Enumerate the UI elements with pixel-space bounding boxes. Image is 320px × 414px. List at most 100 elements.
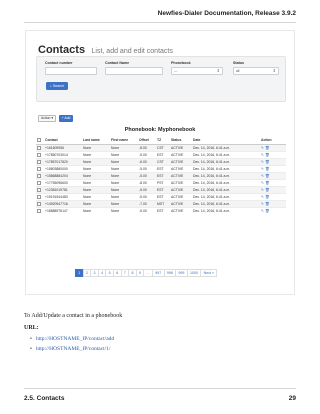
table-cell: EST (156, 206, 170, 214)
contact-number-cell[interactable]: +12381019781 (44, 185, 82, 193)
table-cell: None (82, 178, 110, 186)
select-all-checkbox[interactable] (37, 137, 41, 142)
row-checkbox-cell (36, 150, 44, 158)
table-header-row: Contact Last name First name Offset TZ Status… (36, 136, 286, 145)
contact-number-label: Contact number (45, 61, 73, 65)
delete-icon[interactable]: 🗑 (264, 181, 270, 185)
row-actions-cell: ✎ 🗑 (260, 150, 286, 158)
delete-icon[interactable]: 🗑 (264, 153, 270, 157)
contact-name-input[interactable] (105, 67, 163, 75)
table-cell: EST (156, 185, 170, 193)
page-number: 29 (288, 395, 296, 402)
contact-number-cell[interactable]: +19191544483 (44, 192, 82, 200)
delete-icon[interactable]: 🗑 (264, 209, 270, 213)
url-link[interactable]: http://HOSTNAME_IP/contact/add (36, 336, 114, 342)
column-header: Contact (44, 136, 82, 145)
row-checkbox-cell (36, 192, 44, 200)
table-cell: -5.00 (138, 185, 156, 193)
table-cell: None (82, 192, 110, 200)
search-button[interactable]: ⌕ Search (46, 82, 68, 90)
table-cell: ACTIVE (170, 199, 192, 207)
table-cell: None (82, 185, 110, 193)
delete-icon[interactable]: 🗑 (264, 195, 270, 199)
column-header: First name (110, 136, 138, 145)
table-title: Phonebook: Myphonebook (124, 127, 196, 133)
url-link[interactable]: http://HOSTNAME_IP/contact/1/ (36, 346, 111, 352)
table-cell: -5.00 (138, 206, 156, 214)
search-icon: ⌕ (49, 84, 52, 88)
table-cell: ACTIVE (170, 150, 192, 158)
delete-icon[interactable]: 🗑 (264, 167, 270, 171)
row-checkbox[interactable] (37, 187, 41, 192)
table-row: +19191544483 None None -5.00 EST ACTIVE Dec. 1… (36, 192, 286, 200)
table-row: +15803880000 None None -5.00 EST ACTIVE Dec. 1… (36, 164, 286, 172)
row-actions-cell: ✎ 🗑 (260, 164, 286, 172)
table-cell: ACTIVE (170, 178, 192, 186)
row-checkbox[interactable] (37, 208, 41, 213)
table-cell: None (82, 164, 110, 172)
contact-number-cell[interactable]: +17755096600 (44, 178, 82, 186)
row-checkbox[interactable] (37, 166, 41, 171)
delete-icon[interactable]: 🗑 (264, 146, 270, 150)
row-checkbox[interactable] (37, 180, 41, 185)
contact-number-cell[interactable]: +15803880000 (44, 164, 82, 172)
table-row: +161609056 None None -8.00 CST ACTIVE Dec. 14,… (36, 143, 286, 151)
table-cell: ACTIVE (170, 206, 192, 214)
table-cell: Dec. 14, 2016, 6:41 a.m. (192, 157, 260, 165)
screenshot-contacts: Contacts List, add and edit contacts Con… (25, 30, 295, 295)
table-cell: ACTIVE (170, 164, 192, 172)
contact-number-cell[interactable]: +14920947716 (44, 199, 82, 207)
status-select[interactable]: all ⇕ (233, 67, 279, 75)
search-button-label: Search (52, 84, 65, 88)
table-cell: None (82, 171, 110, 179)
add-contact-button[interactable]: + Add (59, 115, 73, 122)
row-actions-cell: ✎ 🗑 (260, 178, 286, 186)
row-checkbox-cell (36, 178, 44, 186)
row-actions-cell: ✎ 🗑 (260, 157, 286, 165)
delete-icon[interactable]: 🗑 (264, 174, 270, 178)
row-checkbox[interactable] (37, 173, 41, 178)
table-cell: ACTIVE (170, 185, 192, 193)
column-header: Action (260, 136, 286, 145)
pagination-next[interactable]: Next » (200, 269, 218, 277)
row-checkbox[interactable] (37, 152, 41, 157)
delete-icon[interactable]: 🗑 (264, 188, 270, 192)
table-cell: Dec. 14, 2016, 6:41 a.m. (192, 199, 260, 207)
row-actions-cell: ✎ 🗑 (260, 143, 286, 151)
table-row: +15868884204 None None -5.00 EST ACTIVE Dec. 1… (36, 171, 286, 179)
table-cell: -8.00 (138, 143, 156, 151)
table-cell: EST (156, 171, 170, 179)
table-cell: EST (156, 192, 170, 200)
pagination-page[interactable]: 1000 (186, 269, 202, 277)
contact-number-cell[interactable]: +17857017820 (44, 157, 82, 165)
row-checkbox-cell (36, 185, 44, 193)
table-row: +17850703014 None None -5.00 EST ACTIVE Dec. 1… (36, 150, 286, 158)
contact-number-input[interactable] (45, 67, 97, 75)
delete-icon[interactable]: 🗑 (264, 160, 270, 164)
contact-number-cell[interactable]: +15868884204 (44, 171, 82, 179)
contact-number-cell[interactable]: +17850703014 (44, 150, 82, 158)
table-cell: -5.00 (138, 171, 156, 179)
running-header: Newfies-Dialer Documentation, Release 3.… (157, 10, 296, 17)
row-checkbox[interactable] (37, 145, 41, 150)
row-checkbox-cell (36, 157, 44, 165)
row-checkbox[interactable] (37, 194, 41, 199)
column-header: Offset (138, 136, 156, 145)
footer-rule (24, 388, 296, 389)
contact-number-cell[interactable]: +18888976147 (44, 206, 82, 214)
row-checkbox[interactable] (37, 159, 41, 164)
contact-number-cell[interactable]: +161609056 (44, 143, 82, 151)
phonebook-select[interactable]: --- ⇕ (171, 67, 223, 75)
action-dropdown-button[interactable]: Action ▾ (38, 115, 56, 122)
table-cell: None (110, 157, 138, 165)
table-cell: -5.00 (138, 150, 156, 158)
row-checkbox[interactable] (37, 201, 41, 206)
table-cell: Dec. 14, 2016, 6:41 a.m. (192, 206, 260, 214)
row-actions-cell: ✎ 🗑 (260, 171, 286, 179)
list-item: • http://HOSTNAME_IP/contact/add (30, 336, 114, 342)
table-cell: EST (156, 150, 170, 158)
table-cell: Dec. 14, 2016, 6:41 a.m. (192, 178, 260, 186)
footer-section: 2.5. Contacts (24, 395, 65, 402)
delete-icon[interactable]: 🗑 (264, 202, 270, 206)
table-cell: -7.00 (138, 199, 156, 207)
